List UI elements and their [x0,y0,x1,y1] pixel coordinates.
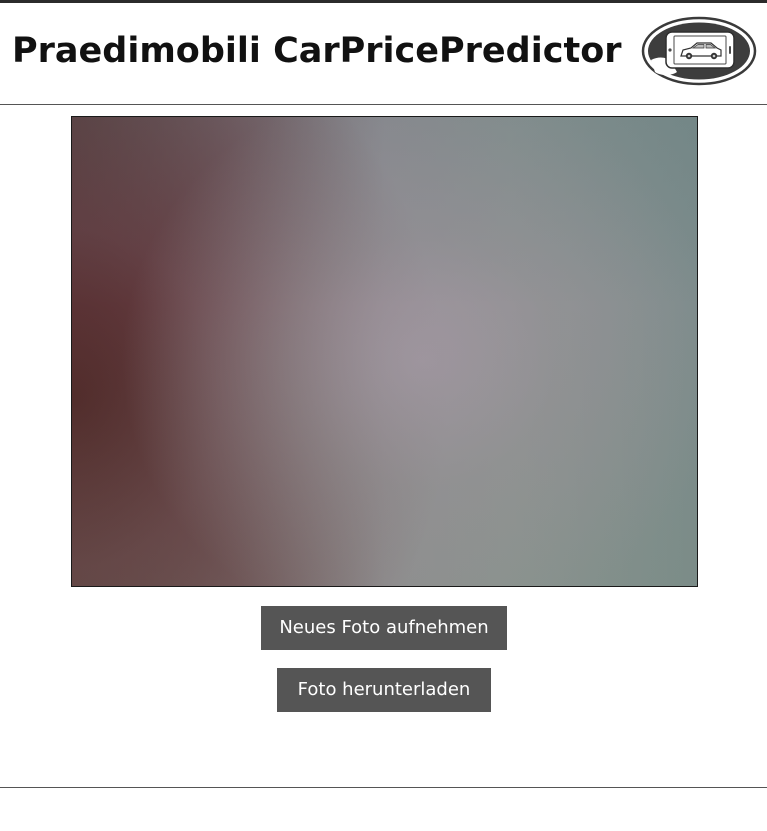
download-photo-button[interactable]: Foto herunterladen [277,668,491,712]
footer-divider [0,787,767,788]
app-title: Praedimobili CarPricePredictor [12,31,622,71]
app-page: Praedimobili CarPricePredictor Neues Fot… [0,0,767,831]
app-header: Praedimobili CarPricePredictor [0,3,767,104]
camera-preview [71,116,698,587]
header-divider [0,104,767,105]
capture-photo-button[interactable]: Neues Foto aufnehmen [261,606,507,650]
phone-car-logo-icon [641,16,757,86]
